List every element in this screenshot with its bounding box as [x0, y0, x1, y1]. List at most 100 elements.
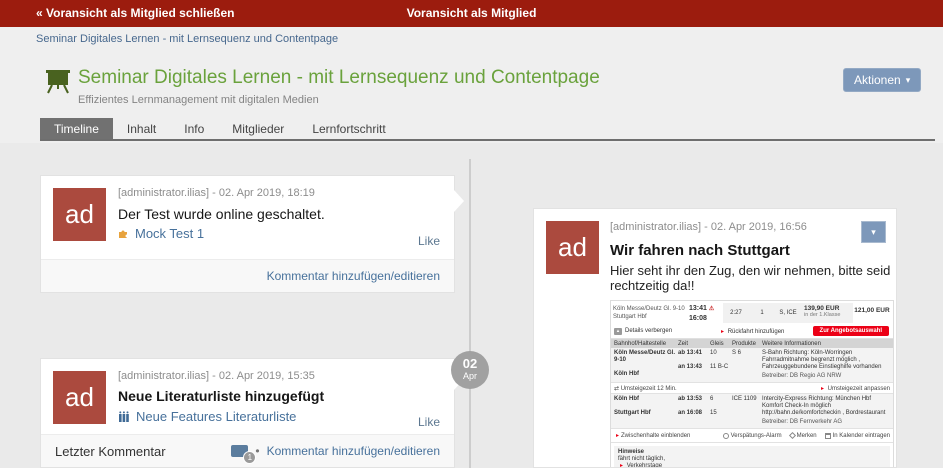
- avatar: ad: [53, 188, 106, 241]
- red-arrow-icon: ▸: [620, 463, 623, 468]
- breadcrumb[interactable]: Seminar Digitales Lernen - mit Lernseque…: [36, 33, 338, 45]
- bahn-segment-1: Köln Messe/Deutz Gl. 9-10 Köln Hbf ab 13…: [611, 348, 893, 383]
- page-subtitle: Effizientes Lernmanagement mit digitalen…: [78, 94, 319, 106]
- seminar-icon: [45, 68, 71, 94]
- comments-icon[interactable]: 1: [231, 445, 248, 457]
- timeline-post-test-online: ad [administrator.ilias] - 02. Apr 2019,…: [40, 175, 455, 293]
- avatar: ad: [53, 371, 106, 424]
- separator-bullet: •: [255, 444, 259, 458]
- seg-produkt: S 6: [732, 350, 762, 380]
- bahn-price-note: in der 1.Klasse: [804, 312, 853, 318]
- timeline-line: [469, 159, 471, 468]
- avatar: ad: [546, 221, 599, 274]
- tab-timeline[interactable]: Timeline: [40, 118, 113, 139]
- bahn-segment-2: Köln Hbf Stuttgart Hbf ab 13:53 an 16:08…: [611, 394, 893, 429]
- col-station: Bahnhof/Haltestelle: [614, 341, 678, 347]
- seg-arr: an 16:08: [678, 410, 710, 417]
- bahn-alarm-label: Verspätungs-Alarm: [731, 433, 782, 439]
- bahn-return-link: Rückfahrt hinzufügen: [728, 329, 785, 335]
- alarm-icon: [723, 433, 729, 439]
- bibliography-icon: [118, 411, 130, 422]
- card-arrow: [533, 222, 534, 244]
- pin-icon: [789, 432, 796, 439]
- tab-bar: Timeline Inhalt Info Mitglieder Lernfort…: [40, 118, 935, 141]
- timeline-post-literaturliste: ad [administrator.ilias] - 02. Apr 2019,…: [40, 358, 455, 468]
- calendar-icon: [825, 433, 831, 439]
- chevron-down-icon: ▾: [906, 75, 911, 86]
- seg-arr: an 13:43: [678, 364, 710, 371]
- seg-from: Köln Messe/Deutz Gl. 9-10: [614, 350, 678, 364]
- col-produkte: Produkte: [732, 341, 762, 347]
- tab-info[interactable]: Info: [170, 118, 218, 139]
- add-comment-link[interactable]: Kommentar hinzufügen/editieren: [267, 444, 440, 458]
- notes-title: Hinweise: [618, 449, 886, 456]
- seg-dep: ab 13:41: [678, 350, 710, 357]
- seg-dep: ab 13:53: [678, 396, 710, 403]
- add-comment-link[interactable]: Kommentar hinzufügen/editieren: [267, 269, 440, 283]
- transfer-label: Umsteigezeit 12 Min.: [621, 386, 677, 392]
- bahn-summary-row: Köln Messe/Deutz Gl. 9-10 Stuttgart Hbf …: [611, 301, 893, 324]
- like-button[interactable]: Like: [418, 415, 440, 429]
- col-info: Weitere Informationen: [762, 341, 890, 347]
- bahn-screenshot[interactable]: Köln Messe/Deutz Gl. 9-10 Stuttgart Hbf …: [610, 300, 894, 468]
- warning-icon: ⚠: [709, 306, 714, 312]
- bahn-products: S, ICE: [775, 310, 801, 316]
- seg-gleis-dep: 6: [710, 396, 732, 403]
- bahn-price-first-class: 139,90 EUR: [804, 305, 853, 312]
- seg-from: Köln Hbf: [614, 396, 678, 403]
- red-arrow-icon: ▸: [721, 329, 724, 335]
- bahn-dep-time: 13:41: [689, 305, 707, 312]
- object-link-mock-test[interactable]: Mock Test 1: [118, 226, 454, 241]
- seg-to: Stuttgart Hbf: [614, 410, 678, 417]
- object-link-label: Neue Features Literaturliste: [136, 409, 296, 424]
- post-title: Neue Literaturliste hinzugefügt: [118, 388, 454, 404]
- seg-gleis-dep: 10: [710, 350, 732, 357]
- col-zeit: Zeit: [678, 341, 710, 347]
- seg-info: Intercity-Express Richtung: München Hbf …: [762, 396, 890, 417]
- comments-count-badge: 1: [243, 451, 256, 464]
- collapse-icon: ▴: [614, 328, 622, 335]
- bahn-notes: Hinweise fährt nicht täglich, ▸ Verkehrs…: [614, 446, 890, 468]
- bahn-offer-button: Zur Angebotsauswahl: [813, 326, 889, 336]
- seg-gleis-arr: 15: [710, 410, 732, 417]
- actions-button[interactable]: Aktionen ▾: [843, 68, 921, 92]
- notes-line1: fährt nicht täglich,: [618, 456, 886, 463]
- test-puzzle-icon: [118, 228, 129, 239]
- post-dropdown-button[interactable]: ▾: [861, 221, 886, 243]
- bahn-transfer-row: ⇄ Umsteigezeit 12 Min. ▸ Umsteigezeit an…: [611, 383, 893, 394]
- tab-mitglieder[interactable]: Mitglieder: [218, 118, 298, 139]
- chevron-down-icon: ▾: [871, 227, 876, 238]
- seg-info: S-Bahn Richtung: Köln-Worringen Fahrradm…: [762, 350, 890, 371]
- notes-verkehrstage-link: Verkehrstage: [627, 463, 662, 468]
- page-title: Seminar Digitales Lernen - mit Lernseque…: [78, 67, 600, 89]
- timeline-date-badge: 02 Apr: [451, 351, 489, 389]
- tab-inhalt[interactable]: Inhalt: [113, 118, 170, 139]
- seg-operator: Betreiber: DB Regio AG NRW: [762, 373, 890, 380]
- bahn-stops-link: Zwischenhalte einblenden: [621, 433, 690, 439]
- bahn-calendar-label: In Kalender eintragen: [833, 433, 890, 439]
- post-text: Hier seht ihr den Zug, den wir nehmen, b…: [610, 263, 896, 293]
- like-button[interactable]: Like: [418, 234, 440, 248]
- object-link-literaturliste[interactable]: Neue Features Literaturliste: [118, 409, 454, 424]
- timeline-post-stuttgart: ad ▾ [administrator.ilias] - 02. Apr 201…: [533, 208, 897, 468]
- bahn-actions-row: ▸ Zwischenhalte einblenden Verspätungs-A…: [611, 429, 893, 443]
- card-arrow: [454, 190, 464, 212]
- seg-to: Köln Hbf: [614, 371, 678, 378]
- object-link-label: Mock Test 1: [135, 226, 204, 241]
- seg-gleis-arr: 11 B-C: [710, 364, 732, 371]
- member-preview-bar: « Voransicht als Mitglied schließen Vora…: [0, 0, 943, 27]
- post-meta: [administrator.ilias] - 02. Apr 2019, 16…: [610, 221, 896, 233]
- red-arrow-icon: ▸: [821, 386, 824, 392]
- bahn-price-second-class: 121,00 EUR: [853, 303, 891, 323]
- bahn-details-toggle: Details verbergen: [625, 328, 672, 334]
- bahn-arr-time: 16:08: [689, 314, 723, 323]
- bahn-save-label: Merken: [797, 433, 817, 439]
- bahn-table-header: Bahnhof/Haltestelle Zeit Gleis Produkte …: [611, 339, 893, 348]
- badge-month: Apr: [451, 371, 489, 381]
- tab-lernfortschritt[interactable]: Lernfortschritt: [298, 118, 399, 139]
- bahn-changes: 1: [749, 310, 775, 316]
- actions-button-label: Aktionen: [854, 73, 901, 87]
- bahn-from: Köln Messe/Deutz Gl. 9-10: [613, 305, 689, 313]
- preview-title: Voransicht als Mitglied: [0, 6, 943, 20]
- post-title: Der Test wurde online geschaltet.: [118, 206, 454, 222]
